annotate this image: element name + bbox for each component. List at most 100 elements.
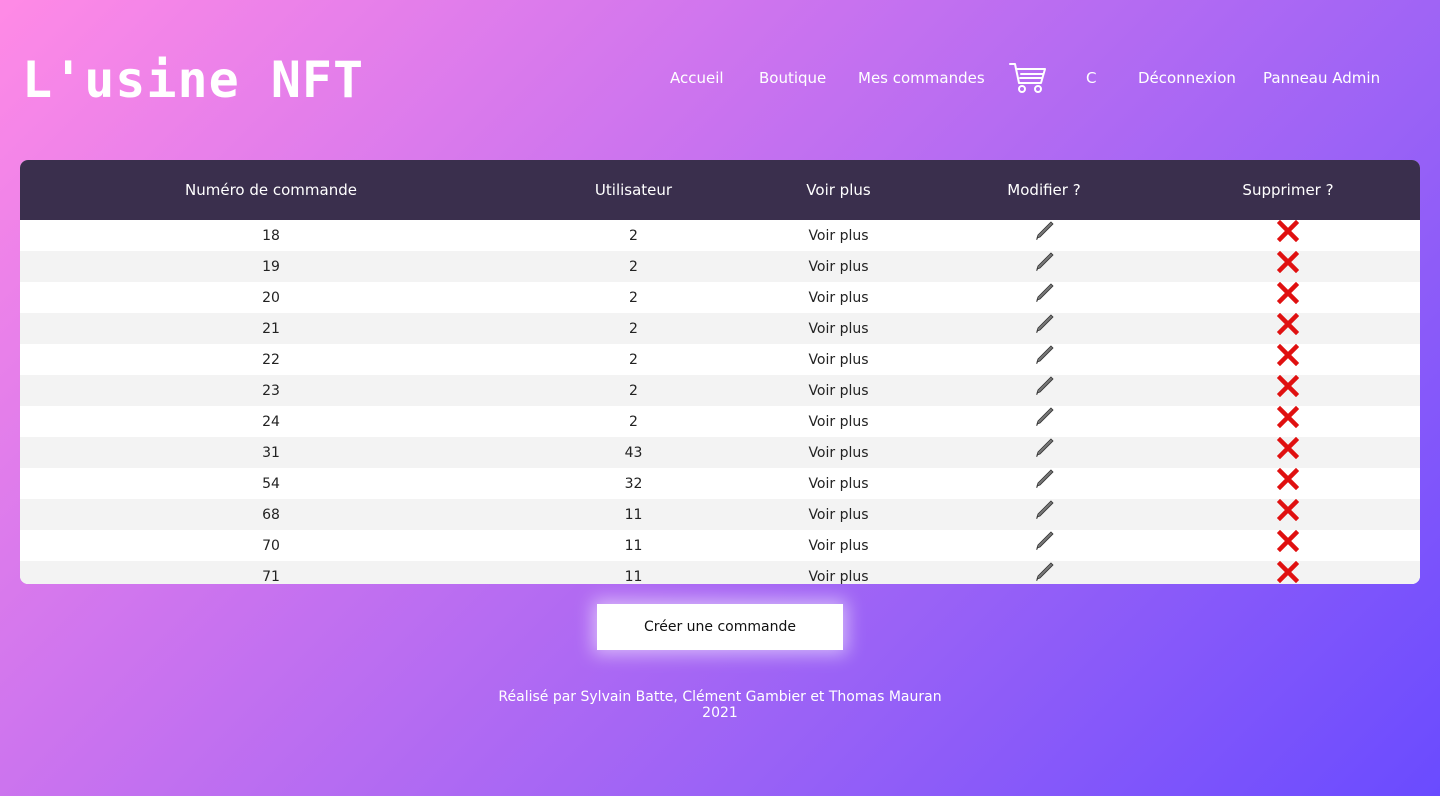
table-row: 24 2 Voir plus [20,405,1420,437]
pen-icon[interactable] [1033,437,1055,468]
see-more-link[interactable]: Voir plus [745,561,932,585]
table-row: 68 11 Voir plus [20,498,1420,530]
nav-accueil[interactable]: Accueil [670,68,724,88]
edit-cell [932,530,1156,561]
order-user: 43 [624,444,643,461]
red-x-icon[interactable] [1276,560,1300,584]
cart-icon[interactable] [1009,62,1047,94]
site-header: L'usine NFT Accueil Boutique Mes command… [0,0,1440,160]
pen-icon[interactable] [1033,251,1055,282]
pen-icon[interactable] [1033,406,1055,437]
order-number: 21 [262,320,280,337]
red-x-icon[interactable] [1276,529,1300,561]
footer: Réalisé par Sylvain Batte, Clément Gambi… [0,689,1440,721]
edit-cell [932,468,1156,499]
edit-cell [932,282,1156,313]
nav-boutique[interactable]: Boutique [759,68,826,88]
orders-table: Numéro de commande Utilisateur Voir plus… [20,160,1420,584]
red-x-icon[interactable] [1276,374,1300,406]
create-order-button[interactable]: Créer une commande [597,604,843,650]
see-more-link[interactable]: Voir plus [745,220,932,251]
see-more-link[interactable]: Voir plus [745,344,932,375]
see-more-link[interactable]: Voir plus [745,468,932,499]
edit-cell [932,220,1156,251]
header-user: Utilisateur [594,181,673,199]
order-number: 24 [262,413,280,430]
see-more-link[interactable]: Voir plus [745,530,932,561]
table-row: 20 2 Voir plus [20,281,1420,313]
table-row: 31 43 Voir plus [20,436,1420,468]
order-number: 20 [262,289,280,306]
red-x-icon[interactable] [1276,343,1300,375]
header-see-more: Voir plus [806,181,871,199]
main-nav: Accueil Boutique Mes commandes C Déconne… [640,62,1440,98]
see-more-link[interactable]: Voir plus [745,499,932,530]
table-row: 21 2 Voir plus [20,312,1420,344]
footer-year: 2021 [702,705,738,721]
pen-icon[interactable] [1033,561,1055,584]
pen-icon[interactable] [1033,282,1055,313]
delete-cell [1156,219,1420,251]
red-x-icon[interactable] [1276,436,1300,468]
pen-icon[interactable] [1033,220,1055,251]
order-number: 18 [262,227,280,244]
orders-table-container: Numéro de commande Utilisateur Voir plus… [20,160,1420,584]
edit-cell [932,499,1156,530]
order-number: 70 [262,537,280,554]
table-row: 70 11 Voir plus [20,529,1420,561]
order-number: 22 [262,351,280,368]
see-more-link[interactable]: Voir plus [745,375,932,406]
red-x-icon[interactable] [1276,312,1300,344]
order-user: 2 [629,320,638,337]
table-row: 19 2 Voir plus [20,250,1420,282]
edit-cell [932,375,1156,406]
table-header-row: Numéro de commande Utilisateur Voir plus… [20,160,1420,220]
red-x-icon[interactable] [1276,250,1300,282]
nav-deconnexion[interactable]: Déconnexion [1138,68,1236,88]
delete-cell [1156,250,1420,282]
delete-cell [1156,374,1420,406]
see-more-link[interactable]: Voir plus [745,282,932,313]
footer-credits: Réalisé par Sylvain Batte, Clément Gambi… [498,689,942,705]
pen-icon[interactable] [1033,499,1055,530]
delete-cell [1156,467,1420,499]
header-edit: Modifier ? [1007,181,1081,199]
order-user: 2 [629,351,638,368]
nav-panneau-admin[interactable]: Panneau Admin [1263,68,1380,88]
delete-cell [1156,498,1420,530]
red-x-icon[interactable] [1276,281,1300,313]
red-x-icon[interactable] [1276,498,1300,530]
header-order-number: Numéro de commande [185,181,357,199]
order-user: 2 [629,289,638,306]
pen-icon[interactable] [1033,530,1055,561]
nav-c[interactable]: C [1086,68,1096,88]
red-x-icon[interactable] [1276,219,1300,251]
order-number: 68 [262,506,280,523]
pen-icon[interactable] [1033,375,1055,406]
order-number: 19 [262,258,280,275]
order-number: 71 [262,568,280,585]
order-user: 11 [624,537,643,554]
red-x-icon[interactable] [1276,405,1300,437]
see-more-link[interactable]: Voir plus [745,437,932,468]
see-more-link[interactable]: Voir plus [745,313,932,344]
order-number: 23 [262,382,280,399]
delete-cell [1156,405,1420,437]
nav-mes-commandes[interactable]: Mes commandes [858,68,985,88]
pen-icon[interactable] [1033,313,1055,344]
edit-cell [932,406,1156,437]
order-user: 11 [624,568,643,585]
order-user: 2 [629,382,638,399]
site-logo[interactable]: L'usine NFT [22,50,364,110]
see-more-link[interactable]: Voir plus [745,251,932,282]
delete-cell [1156,436,1420,468]
table-body: 18 2 Voir plus 19 2 Voir plus 20 2 Voir plus 21 2 V… [20,219,1420,585]
pen-icon[interactable] [1033,344,1055,375]
edit-cell [932,251,1156,282]
red-x-icon[interactable] [1276,467,1300,499]
pen-icon[interactable] [1033,468,1055,499]
order-user: 11 [624,506,643,523]
delete-cell [1156,529,1420,561]
order-user: 32 [624,475,643,492]
see-more-link[interactable]: Voir plus [745,406,932,437]
